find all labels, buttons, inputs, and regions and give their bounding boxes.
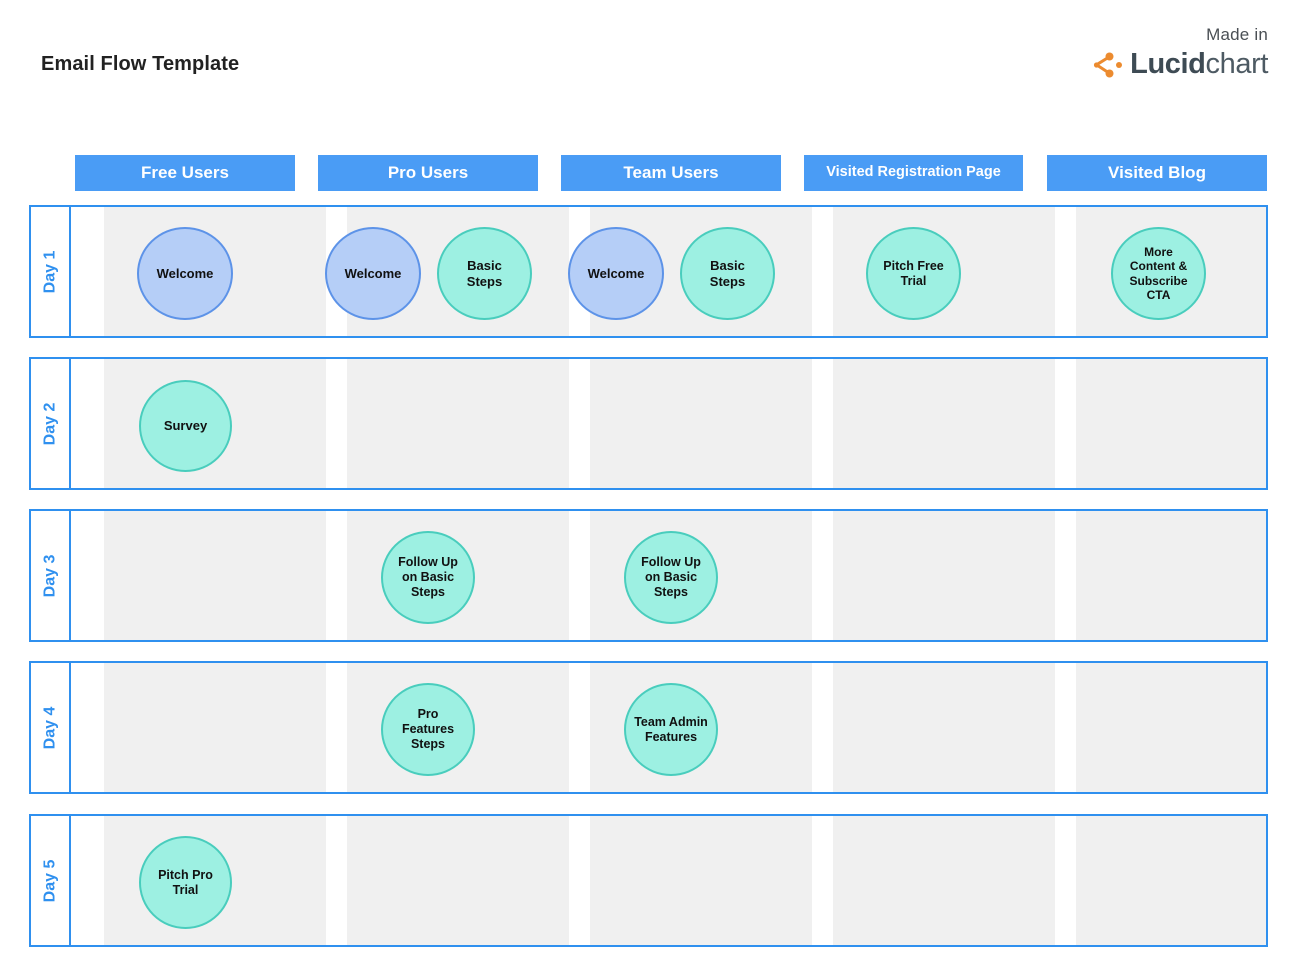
node-day-1-pro-users-basic-steps[interactable]: Basic Steps (437, 227, 532, 320)
node-label: Welcome (344, 265, 402, 281)
cell-day-5-visited-blog[interactable] (1076, 816, 1266, 945)
swimlane-row-day-5-body (71, 814, 1268, 947)
node-label: Welcome (587, 265, 645, 281)
node-label: Survey (163, 418, 208, 434)
node-label: Welcome (156, 265, 214, 281)
row-label-day-1-text: Day 1 (41, 250, 59, 293)
row-label-day-2-text: Day 2 (41, 402, 59, 445)
node-label: More Content & Subscribe CTA (1129, 245, 1188, 302)
row-label-day-5-text: Day 5 (41, 859, 59, 902)
cell-day-2-pro-users[interactable] (347, 359, 569, 488)
node-label: Team Admin Features (634, 714, 708, 744)
node-day-5-free-users-pitch-pro-trial[interactable]: Pitch Pro Trial (139, 836, 232, 929)
cell-day-2-visited-blog[interactable] (1076, 359, 1266, 488)
column-header-free-users[interactable]: Free Users (75, 155, 295, 191)
row-label-day-5: Day 5 (29, 814, 71, 947)
row-label-day-2: Day 2 (29, 357, 71, 490)
cell-day-3-free-users[interactable] (104, 511, 326, 640)
node-day-1-team-users-welcome[interactable]: Welcome (568, 227, 664, 320)
node-day-2-free-users-survey[interactable]: Survey (139, 380, 232, 472)
cell-day-2-team-users[interactable] (590, 359, 812, 488)
swimlane-row-day-2-body (71, 357, 1268, 490)
node-day-4-team-users-team-admin-features[interactable]: Team Admin Features (624, 683, 718, 776)
column-header-visited-registration-page[interactable]: Visited Registration Page (804, 155, 1023, 191)
node-day-1-free-users-welcome[interactable]: Welcome (137, 227, 233, 320)
node-label: Pitch Pro Trial (158, 867, 213, 897)
cell-day-5-team-users[interactable] (590, 816, 812, 945)
node-day-3-pro-users-follow-up-on-basic-steps[interactable]: Follow Up on Basic Steps (381, 531, 475, 624)
row-label-day-3: Day 3 (29, 509, 71, 642)
swimlane-row-day-1-body (71, 205, 1268, 338)
cell-day-4-visited-blog[interactable] (1076, 663, 1266, 792)
swimlane-board: Free Users Pro Users Team Users Visited … (0, 0, 1300, 979)
row-label-day-3-text: Day 3 (41, 554, 59, 597)
cell-day-5-visited-reg[interactable] (833, 816, 1055, 945)
node-label: Follow Up on Basic Steps (398, 555, 458, 599)
cell-day-4-free-users[interactable] (104, 663, 326, 792)
row-label-day-4-text: Day 4 (41, 706, 59, 749)
node-day-3-team-users-follow-up-on-basic-steps[interactable]: Follow Up on Basic Steps (624, 531, 718, 624)
node-label: Basic Steps (466, 258, 503, 289)
column-header-team-users[interactable]: Team Users (561, 155, 781, 191)
node-day-1-pro-users-welcome[interactable]: Welcome (325, 227, 421, 320)
cell-day-3-visited-blog[interactable] (1076, 511, 1266, 640)
node-day-1-team-users-basic-steps[interactable]: Basic Steps (680, 227, 775, 320)
column-header-pro-users[interactable]: Pro Users (318, 155, 538, 191)
cell-day-3-visited-reg[interactable] (833, 511, 1055, 640)
node-label: Basic Steps (709, 258, 746, 289)
node-day-1-visited-blog-more-content-subscribe-cta[interactable]: More Content & Subscribe CTA (1111, 227, 1206, 320)
node-label: Follow Up on Basic Steps (641, 555, 701, 599)
node-label: Pro Features Steps (401, 707, 455, 751)
node-day-1-visited-registration-page-pitch-free-trial[interactable]: Pitch Free Trial (866, 227, 961, 320)
node-day-4-pro-users-pro-features-steps[interactable]: Pro Features Steps (381, 683, 475, 776)
row-label-day-4: Day 4 (29, 661, 71, 794)
row-label-day-1: Day 1 (29, 205, 71, 338)
cell-day-2-visited-reg[interactable] (833, 359, 1055, 488)
column-header-visited-blog[interactable]: Visited Blog (1047, 155, 1267, 191)
cell-day-5-pro-users[interactable] (347, 816, 569, 945)
node-label: Pitch Free Trial (883, 258, 944, 288)
cell-day-4-visited-reg[interactable] (833, 663, 1055, 792)
